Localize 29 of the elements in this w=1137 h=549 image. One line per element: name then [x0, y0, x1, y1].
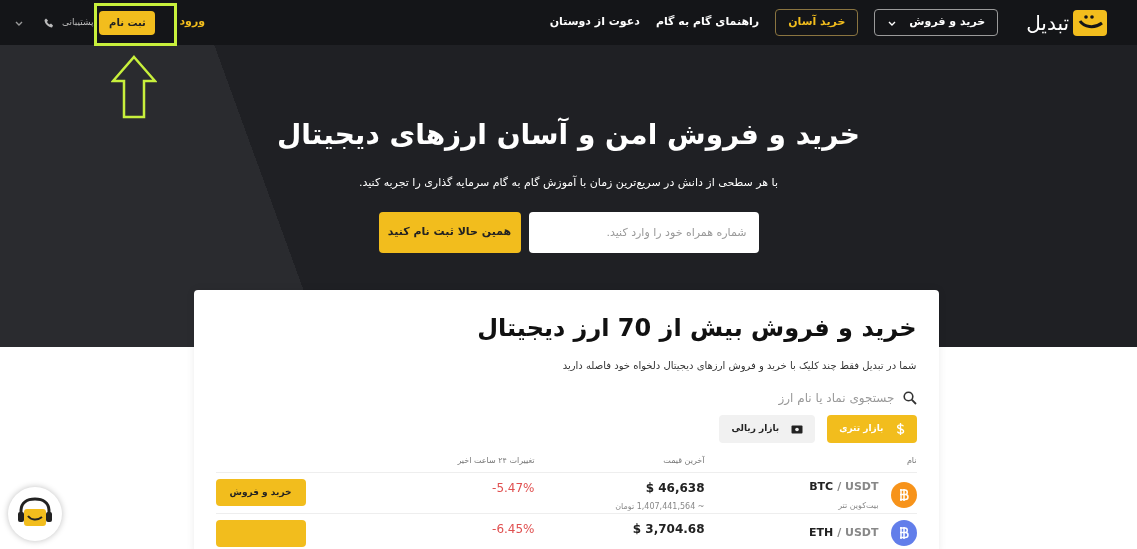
market-title: خرید و فروش بیش از 70 ارز دیجیتال — [476, 316, 917, 340]
column-header: تغییرات ۲۴ ساعت اخیر — [456, 454, 535, 467]
price: $ 3,704.68 — [631, 521, 705, 538]
column-header: آخرین قیمت — [662, 454, 705, 467]
support-link[interactable]: پشتیبانی — [62, 15, 94, 30]
quote-symbol: / USDT — [837, 479, 879, 495]
search-input[interactable]: جستجوی نماد یا نام ارز — [694, 389, 895, 407]
nav-dropdown[interactable]: خرید و فروش — [874, 9, 999, 36]
price: $ 46,638 — [644, 480, 705, 497]
nav-link[interactable]: دعوت از دوستان — [549, 14, 640, 31]
column-header: نام — [905, 454, 917, 467]
coin-symbol: ETH — [808, 524, 834, 541]
toman-price: ~ 1,407,441,564 تومان — [614, 501, 705, 513]
signup-button[interactable]: ثبت نام — [99, 10, 156, 35]
buy-sell-button[interactable]: خرید و فروش — [215, 479, 306, 506]
market-tab[interactable]: بازار ریالی — [719, 415, 816, 443]
signup-now-button[interactable]: همین حالا ثبت نام کنید — [378, 211, 521, 253]
login-link[interactable]: ورود — [179, 14, 206, 31]
phone-input[interactable]: شماره همراه خود را وارد کنید. — [528, 211, 759, 253]
hero-subtitle: با هر سطحی از دانش در سریع‌ترین زمان با آموزش گام به گام سرمایه گذاری را تجربه کنید. — [359, 175, 778, 191]
price-change: -6.45% — [491, 521, 535, 538]
coin-name: بیت‌کوین تتر — [837, 499, 879, 512]
nav-link[interactable]: راهنمای گام به گام — [655, 14, 760, 31]
logo-text: تبدیل — [1026, 12, 1069, 33]
market-subtitle: شما در تبدیل فقط چند کلیک با خرید و فروش ارزهای دیجیتال دلخواه خود فاصله دارید — [561, 359, 917, 373]
price-change: -5.47% — [491, 480, 535, 497]
nav-button[interactable]: خرید آسان — [775, 9, 859, 36]
coin-symbol: BTC — [809, 479, 834, 495]
quote-symbol: / USDT — [837, 524, 879, 541]
